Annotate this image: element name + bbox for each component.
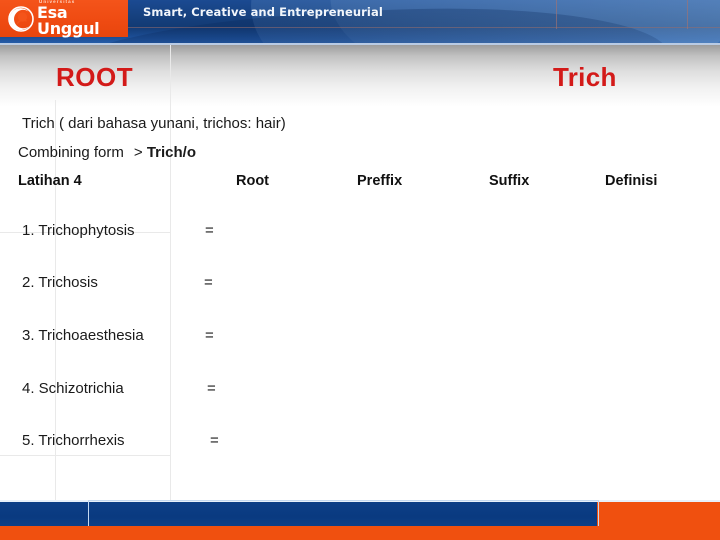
exercise-row-equals: = (207, 380, 216, 397)
exercise-row-label: 5. Trichorrhexis (22, 432, 125, 449)
column-header-preffix: Preffix (357, 173, 403, 189)
page-title-trich: Trich (553, 62, 617, 92)
exercise-row-equals: = (205, 327, 214, 344)
slide-canvas: Universitas Esa Unggul Smart, Creative a… (0, 0, 720, 540)
background-guide-line (0, 455, 170, 456)
exercise-row-label: 1. Trichophytosis (22, 222, 135, 239)
column-header-latihan: Latihan 4 (18, 173, 82, 189)
exercise-row-equals: = (205, 222, 214, 239)
definition-line: Trich ( dari bahasa yunani, trichos: hai… (22, 115, 286, 132)
exercise-row-label: 3. Trichoaesthesia (22, 327, 144, 344)
column-header-definisi: Definisi (605, 173, 658, 189)
exercise-row-label: 4. Schizotrichia (22, 380, 124, 397)
combining-form-arrow: > (133, 144, 143, 161)
column-header-suffix: Suffix (489, 173, 530, 189)
exercise-row-label: 2. Trichosis (22, 274, 98, 291)
exercise-row-equals: = (204, 274, 213, 291)
university-logo: Universitas Esa Unggul (0, 0, 128, 37)
combining-form-term: Trich/o (146, 144, 196, 161)
combining-form-label: Combining form (18, 144, 124, 161)
page-title-root: ROOT (56, 62, 134, 92)
footer-orange-strip (0, 526, 720, 540)
exercise-row-equals: = (210, 432, 219, 449)
header-corner-frame (556, 0, 688, 29)
footer-outline-frame (88, 500, 599, 527)
combining-form-line: Combining form > Trich/o (18, 144, 196, 161)
esa-unggul-emblem-icon (8, 5, 34, 32)
header-tagline: Smart, Creative and Entrepreneurial (143, 5, 383, 19)
logo-name-label: Esa Unggul (37, 3, 100, 39)
column-header-root: Root (236, 173, 270, 189)
